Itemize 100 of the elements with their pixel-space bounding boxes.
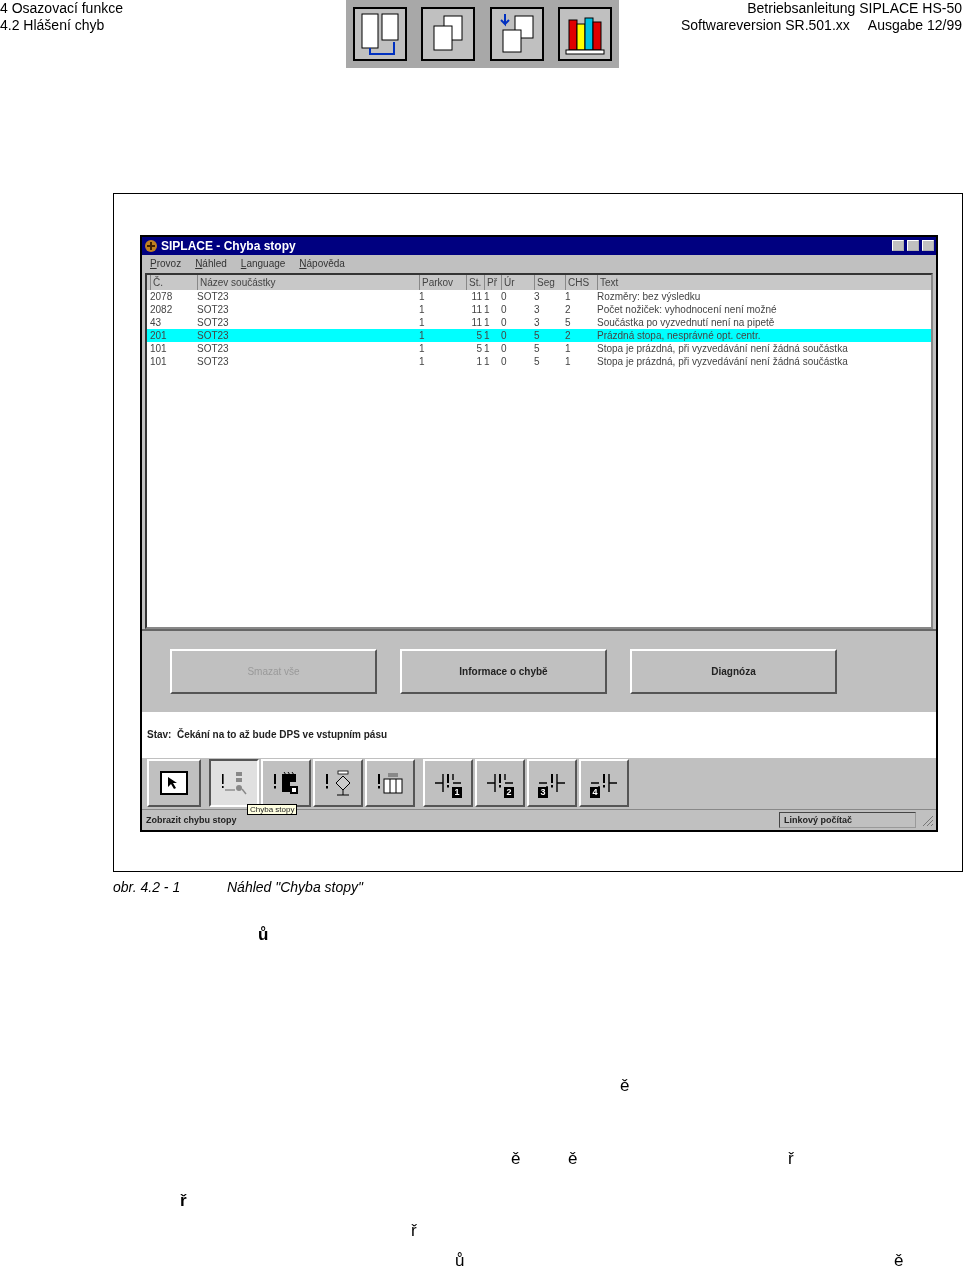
table-cell-text: 43 — [150, 315, 163, 329]
table-cell-text: Prázdná stopa, nesprávné opt. centr. — [597, 328, 762, 342]
selected-row[interactable]: 201 SOT23 1 5 1 0 5 2 Prázdná stopa, nesprávné opt. centr. — [147, 328, 931, 342]
table-cell-text: 0 — [501, 328, 508, 342]
resize-grip-icon[interactable] — [920, 813, 934, 828]
column-header[interactable]: Text — [597, 274, 931, 290]
table-cell-text: Počet nožiček: vyhodnocení není možné — [597, 302, 778, 316]
table-cell-text: 1 — [419, 315, 426, 329]
table-cell-text: 11 — [470, 289, 483, 303]
column-header[interactable]: Seg — [534, 274, 565, 290]
table-cell-text: Součástka po vyzvednutí není na pipetě — [597, 315, 776, 329]
table-cell-text: 101 — [150, 354, 168, 368]
table-cell-text: 0 — [501, 315, 508, 329]
table-cell-text: 5 — [534, 328, 541, 342]
column-header[interactable]: Úr — [501, 274, 534, 290]
table-cell-text: SOT23 — [197, 328, 230, 342]
swap-pages-icon[interactable] — [488, 6, 545, 62]
table-cell-text: 1 — [565, 289, 572, 303]
text-fragment: ů — [455, 1252, 465, 1269]
menu-item[interactable]: Provoz — [150, 257, 182, 269]
menu-item[interactable]: Language — [240, 257, 286, 269]
table-cell-text: 1 — [419, 289, 426, 303]
table-cell-text: 5 — [534, 354, 541, 368]
books-icon[interactable] — [556, 6, 613, 62]
column-header[interactable]: Č. — [150, 274, 197, 290]
table-cell-text: 0 — [501, 354, 508, 368]
column-header[interactable]: Parkov — [419, 274, 466, 290]
table-cell-text: 1 — [419, 328, 426, 342]
section-title: 4.2 Hlášení chyb — [0, 17, 105, 34]
tooltip: Chyba stopy — [247, 804, 298, 816]
toolbar-button[interactable]: 3 — [527, 759, 577, 808]
table-cell-text: SOT23 — [197, 289, 230, 303]
text-fragment: ě — [894, 1252, 904, 1269]
status-message: Stav: Čekání na to až bude DPS ve vstupním pásu — [147, 729, 388, 741]
table-cell-text: 3 — [534, 302, 541, 316]
table-cell-text: SOT23 — [197, 341, 230, 355]
slot-number: 4 — [590, 787, 600, 799]
toolbar-button[interactable] — [365, 759, 415, 808]
table-cell-text: SOT23 — [197, 302, 230, 316]
table-cell-text: 1 — [419, 302, 426, 316]
text-fragment: ů — [258, 926, 269, 944]
toolbar-button[interactable] — [147, 759, 201, 808]
window-title: SIPLACE - Chyba stopy — [161, 238, 297, 253]
table-cell-text: 2 — [565, 328, 572, 342]
app-icon — [144, 238, 158, 253]
table-cell-text: 3 — [534, 289, 541, 303]
text-fragment: ř — [788, 1150, 794, 1168]
toolbar-button[interactable] — [261, 759, 311, 808]
table-cell-text: Stopa je prázdná, při vyzvedávání není žádná součástka — [597, 341, 849, 355]
table-cell-text: Rozměry: bez výsledku — [597, 289, 702, 303]
column-header[interactable]: CHS — [565, 274, 597, 290]
edition-label: Ausgabe 12/99 — [867, 17, 962, 34]
column-header[interactable]: St. — [466, 274, 484, 290]
text-fragment: ě — [511, 1150, 521, 1168]
chapter-title: 4 Osazovací funkce — [0, 0, 123, 17]
toolbar-button[interactable]: 4 — [579, 759, 629, 808]
table-cell-text: 1 — [484, 289, 491, 303]
table-cell-text: 101 — [150, 341, 168, 355]
action-button[interactable]: Diagnóza — [630, 648, 837, 694]
table-cell-text: 2082 — [150, 302, 174, 316]
toolbar-button[interactable]: 1 — [423, 759, 473, 808]
column-header[interactable]: Název součástky — [197, 274, 419, 290]
slot-number: 2 — [504, 787, 514, 799]
menu-item[interactable]: Nápověda — [299, 257, 345, 269]
table-cell-text: 0 — [501, 289, 508, 303]
close-button[interactable] — [922, 240, 934, 252]
text-fragment: ě — [568, 1150, 578, 1168]
toolbar-button[interactable]: 2 — [475, 759, 525, 808]
table-cell-text: 0 — [501, 302, 508, 316]
maximize-button[interactable] — [907, 240, 919, 252]
table-cell-text: 1 — [484, 302, 491, 316]
table-cell-text: 1 — [484, 341, 491, 355]
column-header[interactable]: Př — [484, 274, 501, 290]
slot-number: 1 — [452, 787, 462, 799]
table-cell-text: 1 — [565, 354, 572, 368]
figure-number: obr. 4.2 - 1 — [113, 879, 182, 895]
menu-item[interactable]: Náhled — [195, 257, 227, 269]
text-fragment: ě — [620, 1077, 630, 1095]
table-cell-text: 11 — [470, 302, 483, 316]
manual-title: Betriebsanleitung SIPLACE HS-50 — [747, 0, 962, 17]
table-cell-text: 1 — [565, 341, 572, 355]
table-cell-text: 1 — [484, 354, 491, 368]
table-cell-text: SOT23 — [197, 354, 230, 368]
table-cell-text: 5 — [534, 341, 541, 355]
table-cell-text: Stopa je prázdná, při vyzvedávání není žádná součástka — [597, 354, 849, 368]
table-cell-text: 1 — [419, 341, 426, 355]
table-cell-text: 1 — [419, 354, 426, 368]
minimize-button[interactable] — [892, 240, 904, 252]
copy-icon[interactable] — [420, 6, 477, 62]
pages-icon[interactable] — [352, 6, 409, 62]
table-cell-text: 2078 — [150, 289, 174, 303]
action-button[interactable]: Informace o chybě — [400, 648, 607, 694]
slot-number: 3 — [538, 787, 548, 799]
toolbar-button[interactable] — [313, 759, 363, 808]
table-cell-text: 3 — [534, 315, 541, 329]
table-cell-text: 1 — [484, 315, 491, 329]
table-cell-text: 5 — [475, 328, 483, 342]
table-cell-text: 11 — [470, 315, 483, 329]
software-version: Softwareversion SR.501.xx — [680, 17, 850, 34]
table-cell-text: 201 — [150, 328, 168, 342]
